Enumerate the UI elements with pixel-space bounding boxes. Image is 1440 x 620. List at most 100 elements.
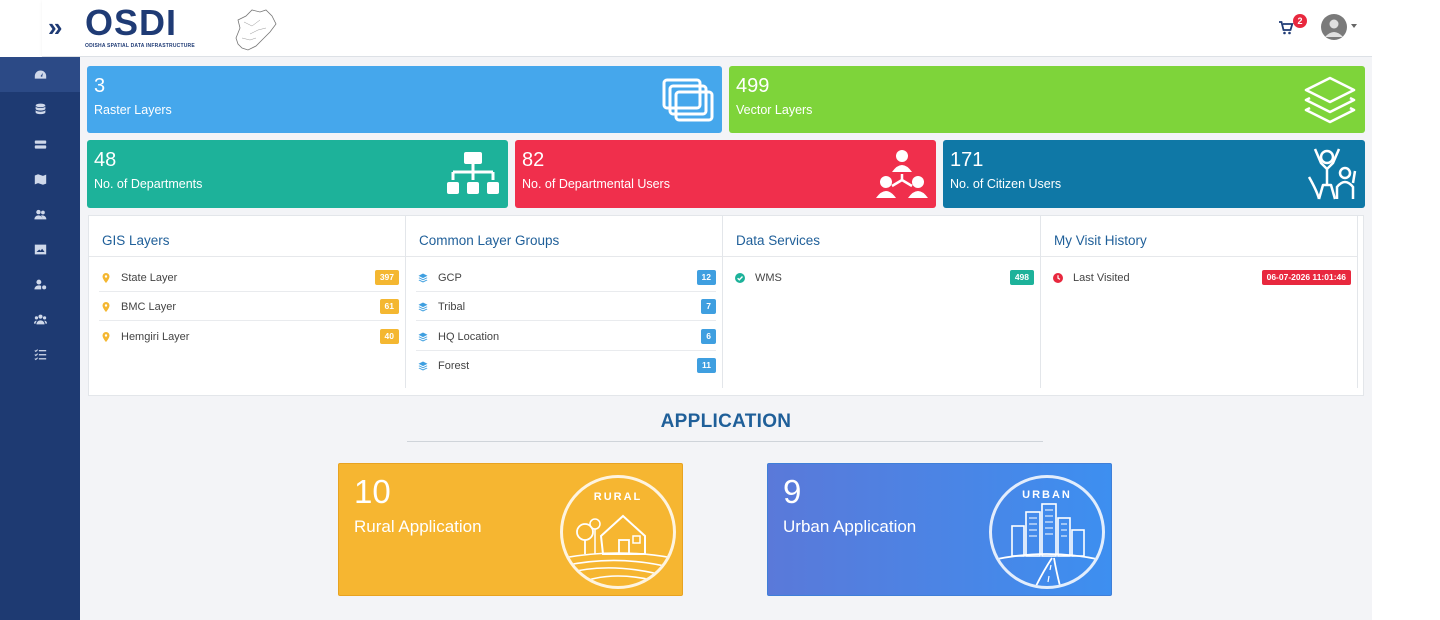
departmental-users-label: No. of Departmental Users [522, 177, 670, 191]
panel-title: Common Layer Groups [419, 233, 560, 248]
cart-icon[interactable] [1278, 20, 1294, 36]
list-item-label: State Layer [121, 272, 178, 284]
list-item-label: BMC Layer [121, 301, 177, 313]
count-badge: 498 [1009, 270, 1034, 285]
server-icon [34, 140, 46, 149]
osdi-logo[interactable]: OSDI ODISHA SPATIAL DATA INFRASTRUCTURE [85, 2, 277, 52]
list-item-label: Hemgiri Layer [121, 331, 190, 343]
cart-count-badge: 2 [1293, 14, 1307, 28]
vector-layers-count: 499 [736, 75, 770, 97]
expand-sidebar-icon[interactable]: » [48, 14, 72, 40]
list-item[interactable]: HQ Location 6 [416, 322, 716, 351]
user-avatar[interactable] [1321, 14, 1347, 40]
rural-application-label: Rural Application [354, 517, 482, 536]
map-marker-icon [102, 332, 110, 342]
departmental-users-count: 82 [522, 149, 545, 171]
logo-title: OSDI [85, 2, 178, 43]
gis-layers-panel: GIS Layers State Layer 397 BMC Layer 61 … [89, 216, 406, 388]
list-item: Last Visited 06-07-2026 11:01:46 [1051, 263, 1351, 292]
raster-layers-label: Raster Layers [94, 103, 172, 117]
urban-illustration: URBAN [989, 475, 1105, 589]
layers-icon [418, 332, 428, 342]
vector-layers-icon [1304, 76, 1356, 124]
sidebar-item-database[interactable] [0, 92, 80, 127]
image-icon [34, 244, 46, 255]
data-services-panel: Data Services WMS 498 [723, 216, 1041, 388]
list-item[interactable]: State Layer 397 [99, 263, 399, 292]
org-chart-icon [447, 152, 499, 194]
sidebar-item-users[interactable] [0, 197, 80, 232]
departmental-users-card[interactable]: 82 No. of Departmental Users [515, 140, 936, 208]
list-item[interactable]: Tribal 7 [416, 292, 716, 321]
count-badge: 397 [374, 270, 399, 285]
map-icon [34, 174, 46, 185]
common-layer-groups-panel: Common Layer Groups GCP 12 Tribal 7 HQ L… [406, 216, 723, 388]
group-icon [33, 314, 47, 325]
map-marker-icon [102, 273, 110, 283]
raster-layers-icon [662, 78, 714, 122]
application-heading: APPLICATION [660, 411, 792, 432]
rural-application-count: 10 [354, 473, 391, 510]
citizens-icon [1307, 148, 1357, 200]
layers-icon [418, 361, 428, 371]
sidebar-item-user-settings[interactable] [0, 267, 80, 302]
departments-card[interactable]: 48 No. of Departments [87, 140, 508, 208]
panel-title: My Visit History [1054, 233, 1147, 248]
application-divider [407, 441, 1043, 442]
vector-layers-label: Vector Layers [736, 103, 813, 117]
list-item[interactable]: BMC Layer 61 [99, 292, 399, 321]
user-network-icon [876, 150, 928, 198]
sidebar-item-dashboard[interactable] [0, 57, 80, 92]
odisha-map-icon [235, 9, 277, 51]
list-item[interactable]: Forest 11 [416, 351, 716, 380]
citizen-users-label: No. of Citizen Users [950, 177, 1062, 191]
map-marker-icon [102, 302, 110, 312]
list-item[interactable]: GCP 12 [416, 263, 716, 292]
layers-icon [418, 302, 428, 312]
right-margin [1372, 0, 1440, 620]
top-header: » OSDI ODISHA SPATIAL DATA INFRASTRUCTUR… [42, 0, 1372, 57]
departments-label: No. of Departments [94, 177, 203, 191]
rural-illustration: RURAL [560, 475, 676, 589]
count-badge: 61 [379, 299, 399, 314]
rural-application-card[interactable]: 10 Rural Application RURAL [338, 463, 683, 596]
sidebar-item-checklist[interactable] [0, 337, 80, 372]
urban-badge-text: URBAN [1022, 489, 1072, 501]
list-item-label: WMS [755, 272, 782, 284]
user-menu-caret-icon[interactable] [1351, 24, 1357, 28]
raster-layers-card[interactable]: 3 Raster Layers [87, 66, 722, 133]
sidebar-item-groups[interactable] [0, 302, 80, 337]
list-item[interactable]: Hemgiri Layer 40 [99, 322, 399, 351]
sidebar-item-server[interactable] [0, 127, 80, 162]
urban-application-label: Urban Application [783, 517, 917, 536]
divider [89, 256, 405, 257]
main-content: 3 Raster Layers 499 Vector Layers 48 No.… [80, 57, 1372, 620]
check-circle-icon [735, 273, 745, 283]
logo-subtitle: ODISHA SPATIAL DATA INFRASTRUCTURE [85, 43, 195, 49]
panel-title: Data Services [736, 233, 821, 248]
summary-panels: GIS Layers State Layer 397 BMC Layer 61 … [88, 215, 1364, 396]
sidebar-item-map[interactable] [0, 162, 80, 197]
layers-icon [418, 273, 428, 283]
count-badge: 7 [701, 299, 716, 314]
visit-history-panel: My Visit History Last Visited 06-07-2026… [1041, 216, 1358, 388]
sidebar [0, 57, 80, 620]
users-icon [33, 209, 46, 220]
count-badge: 11 [697, 358, 716, 373]
checklist-icon [33, 349, 46, 361]
vector-layers-card[interactable]: 499 Vector Layers [729, 66, 1365, 133]
dashboard-icon [34, 70, 46, 79]
timestamp-badge: 06-07-2026 11:01:46 [1261, 270, 1351, 285]
list-item-label: GCP [438, 272, 462, 284]
count-badge: 12 [696, 270, 716, 285]
list-item-label: Last Visited [1073, 272, 1130, 284]
count-badge: 40 [379, 329, 399, 344]
rural-badge-text: RURAL [594, 491, 643, 503]
urban-application-card[interactable]: 9 Urban Application URBAN [767, 463, 1112, 596]
count-badge: 6 [701, 329, 716, 344]
user-settings-icon [33, 279, 46, 290]
raster-layers-count: 3 [94, 75, 106, 97]
citizen-users-card[interactable]: 171 No. of Citizen Users [943, 140, 1365, 208]
list-item[interactable]: WMS 498 [733, 263, 1034, 292]
sidebar-item-images[interactable] [0, 232, 80, 267]
